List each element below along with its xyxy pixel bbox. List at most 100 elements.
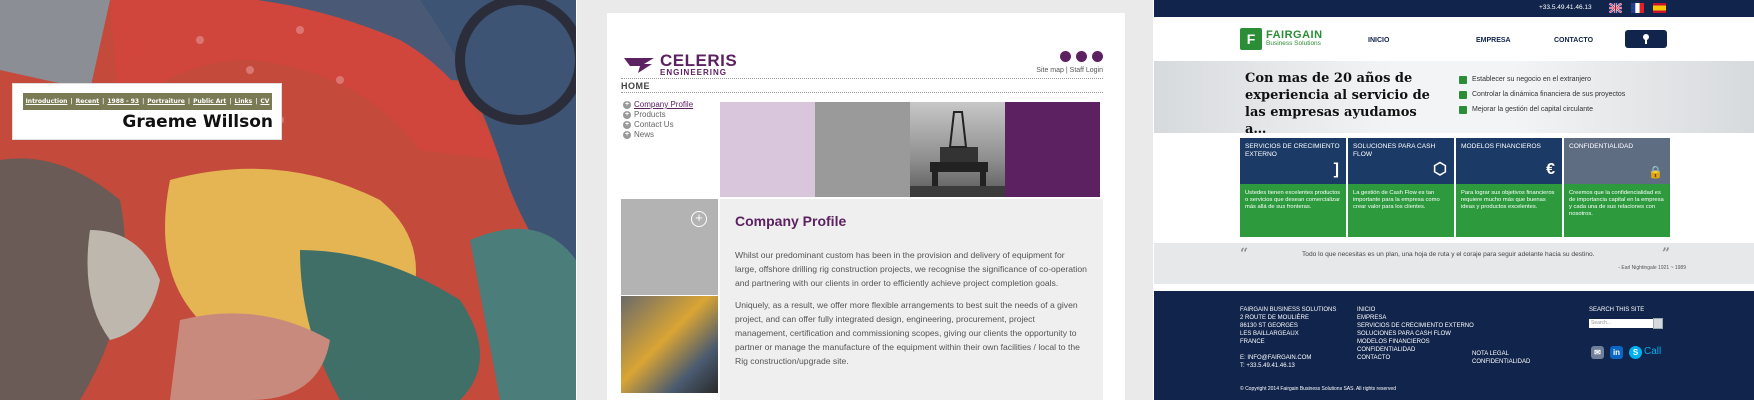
nav-contacto[interactable]: CONTACTO <box>1554 37 1593 44</box>
euro-icon: € <box>1546 161 1555 178</box>
open-quote-icon: “ <box>1240 246 1249 262</box>
site-title: Graeme Willson <box>122 112 273 132</box>
nav-empresa[interactable]: EMPRESA <box>1476 37 1511 44</box>
search-label: SEARCH THIS SITE <box>1589 307 1645 313</box>
footer-link[interactable]: SERVICIOS DE CRECIMIENTO EXTERNO <box>1357 322 1474 330</box>
footer-link[interactable]: CONTACTO <box>1357 354 1474 362</box>
green-square-icon <box>1459 75 1467 84</box>
graeme-willson-site: Introduction | Recent | 1988 - 93 | Portrai… <box>0 0 576 400</box>
search-input[interactable]: Search... <box>1589 319 1653 328</box>
linkedin-icon[interactable]: in <box>1610 346 1623 359</box>
purple-square <box>1005 102 1100 197</box>
card-title: CONFIDENTIALIDAD <box>1569 143 1634 150</box>
home-link[interactable]: HOME <box>621 81 650 91</box>
bracket-icon: ] <box>1333 161 1339 178</box>
page-heading: Company Profile <box>735 213 847 229</box>
logo-sub-text: ENGINEERING <box>660 68 728 77</box>
nav-public-art[interactable]: Public Art <box>193 98 226 105</box>
menu-products[interactable]: + Products <box>623 110 693 120</box>
nav-recent[interactable]: Recent <box>76 98 99 105</box>
login-button[interactable] <box>1625 30 1667 48</box>
skype-icon[interactable]: S <box>1629 346 1642 359</box>
nav-links[interactable]: Links <box>234 98 252 105</box>
nav-1988-93[interactable]: 1988 - 93 <box>107 98 139 105</box>
card-cash-flow[interactable]: SOLUCIONES PARA CASH FLOW ⬡ La gestión de… <box>1348 138 1454 237</box>
close-quote-icon: ” <box>1662 246 1671 262</box>
footer-link[interactable]: NOTA LEGAL <box>1472 350 1530 358</box>
hero-title: Con mas de 20 años de experiencia al ser… <box>1245 71 1430 137</box>
side-menu: + Company Profile + Products + Contact Us +… <box>623 100 693 140</box>
address-line: 2 ROUTE DE MOULIÈRE <box>1240 315 1310 321</box>
card-text: Para lograr sus objetivos financieros re… <box>1456 184 1562 237</box>
green-square-icon <box>1459 105 1467 114</box>
gray-square <box>815 102 910 197</box>
footer-link[interactable]: SOLUCIONES PARA CASH FLOW <box>1357 330 1474 338</box>
menu-label: News <box>634 130 655 139</box>
card-modelos[interactable]: MODELOS FINANCIEROS € Para lograr sus obj… <box>1456 138 1562 237</box>
nav-portraiture[interactable]: Portraiture <box>147 98 185 105</box>
green-square-icon <box>1459 90 1467 99</box>
plus-icon: + <box>623 131 631 139</box>
bullet-text: Establecer su negocio en el extranjero <box>1472 76 1592 83</box>
address-line: LES BAILLARGEAUX <box>1240 331 1299 337</box>
fairgain-f-icon: F <box>1240 28 1262 50</box>
france-flag-icon[interactable] <box>1631 3 1644 13</box>
sitemap-link[interactable]: Site map <box>1036 67 1064 74</box>
footer-links: INICIO EMPRESA SERVICIOS DE CRECIMIENTO … <box>1357 306 1474 362</box>
menu-contact-us[interactable]: + Contact Us <box>623 120 693 130</box>
celeris-bird-icon <box>624 57 654 73</box>
card-title: SERVICIOS DE CRECIMIENTO EXTERNO <box>1245 143 1340 158</box>
footer-legal: NOTA LEGAL CONFIDENTIALIDAD <box>1472 350 1530 366</box>
menu-label: Contact Us <box>634 120 674 129</box>
celeris-site: CELERIS ENGINEERING Site map | Staff Log… <box>577 0 1153 400</box>
email-icon[interactable]: ✉ <box>1591 346 1604 359</box>
card-confidencialidad[interactable]: CONFIDENTIALIDAD 🔒 Creemos que la confide… <box>1564 138 1670 237</box>
paragraph-2: Uniquely, as a result, we offer more fle… <box>735 300 1080 366</box>
footer-email[interactable]: E: INFO@FAIRGAIN.COM <box>1240 354 1336 362</box>
oil-rig-image <box>910 102 1005 197</box>
menu-company-profile[interactable]: + Company Profile <box>623 100 693 110</box>
footer-link[interactable]: CONFIDENTIALIDAD <box>1357 346 1474 354</box>
footer-link[interactable]: MODELOS FINANCIEROS <box>1357 338 1474 346</box>
footer-link[interactable]: EMPRESA <box>1357 314 1474 322</box>
bullet-item: Controlar la dinámica financiera de sus … <box>1459 87 1625 102</box>
nav-cv[interactable]: CV <box>260 98 269 105</box>
nut-icon: ⬡ <box>1433 161 1447 178</box>
bullet-item: Mejorar la gestión del capital circulant… <box>1459 102 1625 117</box>
expand-plus-icon[interactable]: + <box>691 211 707 227</box>
card-text: Creemos que la confidencialidad es de im… <box>1564 184 1670 237</box>
menu-label: Products <box>634 110 666 119</box>
logo-main-text: CELERIS <box>660 51 738 70</box>
card-crecimiento[interactable]: SERVICIOS DE CRECIMIENTO EXTERNO] Ustede… <box>1240 138 1346 237</box>
uk-flag-icon[interactable] <box>1609 3 1622 13</box>
search-button[interactable] <box>1653 318 1663 329</box>
hero-squares <box>720 102 1100 197</box>
plus-icon: + <box>623 101 631 109</box>
phone-number: +33.5.49.41.46.13 <box>1539 4 1592 11</box>
main-nav: Introduction | Recent | 1988 - 93 | Portrai… <box>23 93 272 110</box>
spain-flag-icon[interactable] <box>1653 3 1666 13</box>
lock-icon: 🔒 <box>1648 165 1663 179</box>
footer-link[interactable]: CONFIDENTIALIDAD <box>1472 358 1530 366</box>
staff-login-link[interactable]: Staff Login <box>1070 67 1103 74</box>
painting-background <box>0 0 576 400</box>
nav-introduction[interactable]: Introduction <box>26 98 68 105</box>
bullet-text: Mejorar la gestión del capital circulant… <box>1472 106 1594 113</box>
card-text: Ustedes tienen excelentes productos o se… <box>1240 184 1346 237</box>
fairgain-logo[interactable]: F FAIRGAIN Business Solutions <box>1240 28 1323 50</box>
card-title: MODELOS FINANCIEROS <box>1461 143 1541 150</box>
card-title: SOLUCIONES PARA CASH FLOW <box>1353 143 1436 158</box>
footer-link[interactable]: INICIO <box>1357 306 1474 314</box>
lilac-square <box>720 102 815 197</box>
quote-text: Todo lo que necesitas es un plan, una ho… <box>1302 251 1595 258</box>
skype-call-label[interactable]: Call <box>1644 347 1661 357</box>
gray-panel: + <box>621 199 718 295</box>
menu-news[interactable]: + News <box>623 130 693 140</box>
footer-phone: T: +33.5.49.41.46.13 <box>1240 363 1295 369</box>
nav-inicio[interactable]: INICIO <box>1368 37 1389 44</box>
header-dots <box>1060 51 1103 62</box>
page-container: CELERIS ENGINEERING Site map | Staff Log… <box>607 13 1125 400</box>
address-line: FRANCE <box>1240 339 1265 345</box>
paragraph-1: Whilst our predominant custom has been i… <box>735 250 1087 288</box>
celeris-logo[interactable]: CELERIS ENGINEERING <box>624 52 737 77</box>
